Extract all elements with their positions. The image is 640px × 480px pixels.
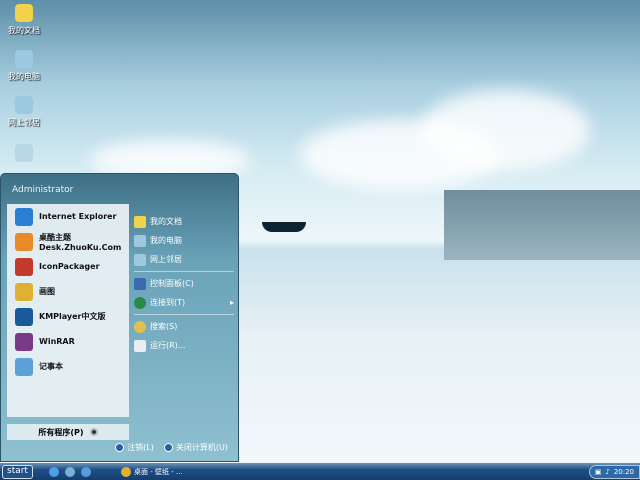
start-menu: Administrator Internet Explorer 桌酷主题 Desk… — [0, 173, 239, 462]
notepad-icon — [15, 357, 33, 376]
boat-silhouette — [262, 222, 306, 232]
desktop-icon-my-computer[interactable]: 我的电脑 — [2, 50, 46, 82]
desktop-icon-my-documents[interactable]: 我的文档 — [2, 4, 46, 36]
label: 所有程序(P) — [38, 427, 84, 437]
label: 搜索(S) — [150, 322, 178, 331]
label: 运行(R)... — [150, 341, 186, 350]
control-panel-icon — [134, 277, 146, 290]
label: 我的文档 — [150, 217, 182, 226]
taskbar: start 桌面 - 壁纸 - ... ▣ ♪ 20:20 — [0, 463, 640, 480]
ie-quicklaunch-icon[interactable] — [48, 466, 59, 477]
place-my-computer[interactable]: 我的电脑 — [134, 231, 234, 250]
all-programs-button[interactable]: 所有程序(P) — [7, 424, 129, 440]
ie-icon — [15, 207, 33, 226]
clock: 20:20 — [613, 467, 634, 476]
icon-label: 网上邻居 — [8, 118, 40, 127]
chrome-icon — [120, 466, 131, 477]
pier-scenery — [444, 190, 640, 260]
label: 我的电脑 — [150, 236, 182, 245]
globe-icon — [134, 296, 146, 309]
divider — [134, 314, 234, 315]
search-icon — [134, 320, 146, 333]
logoff-icon — [115, 443, 125, 452]
arrow-icon — [89, 428, 98, 436]
program-paint[interactable]: 画图 — [7, 279, 129, 304]
program-kmplayer[interactable]: KMPlayer中文版 — [7, 304, 129, 329]
network-tray-icon[interactable]: ▣ — [595, 468, 602, 476]
program-winrar[interactable]: WinRAR — [7, 329, 129, 354]
start-button[interactable]: start — [2, 464, 33, 479]
computer-icon — [15, 50, 33, 68]
winrar-icon — [15, 332, 33, 351]
label: 关闭计算机(U) — [175, 443, 228, 452]
label: 控制面板(C) — [150, 279, 194, 288]
label: Internet Explorer — [39, 212, 117, 221]
label: WinRAR — [39, 337, 75, 346]
system-tray: ▣ ♪ 20:20 — [588, 464, 640, 479]
volume-icon[interactable]: ♪ — [605, 468, 609, 476]
pinned-programs: Internet Explorer 桌酷主题 Desk.ZhuoKu.Com Ic… — [7, 204, 129, 417]
program-iconpackager[interactable]: IconPackager — [7, 254, 129, 279]
label: 桌酷主题 Desk.ZhuoKu.Com — [39, 232, 122, 252]
taskbar-window-button[interactable]: 桌面 - 壁纸 - ... — [120, 465, 261, 479]
label: IconPackager — [39, 262, 100, 271]
place-control-panel[interactable]: 控制面板(C) — [134, 274, 234, 293]
label: 注销(L) — [127, 443, 154, 452]
shutdown-button[interactable]: 关闭计算机(U) — [163, 442, 228, 453]
places-list: 我的文档 我的电脑 网上邻居 控制面板(C) 连接到(T) ▸ 搜索(S) 运行(… — [134, 212, 234, 355]
kmplayer-icon — [15, 307, 33, 326]
theme-icon — [15, 232, 33, 251]
folder-icon — [15, 4, 33, 22]
folder-icon — [134, 215, 146, 228]
label: 连接到(T) — [150, 298, 186, 307]
label: 记事本 — [39, 362, 63, 371]
place-network[interactable]: 网上邻居 — [134, 250, 234, 269]
user-name: Administrator — [12, 185, 74, 195]
desktop-icon-network[interactable]: 网上邻居 — [2, 96, 46, 128]
icon-label: 我的电脑 — [8, 72, 40, 81]
program-zhuoku[interactable]: 桌酷主题 Desk.ZhuoKu.Com — [7, 229, 129, 254]
network-icon — [15, 96, 33, 114]
browser-quicklaunch-icon[interactable] — [64, 466, 75, 477]
logoff-button[interactable]: 注销(L) — [115, 442, 154, 453]
icon-label: 我的文档 — [8, 26, 40, 35]
program-internet-explorer[interactable]: Internet Explorer — [7, 204, 129, 229]
paint-icon — [15, 282, 33, 301]
desktop-icon-recycle-bin[interactable] — [2, 144, 46, 165]
place-connect-to[interactable]: 连接到(T) ▸ — [134, 293, 234, 312]
label: 桌面 - 壁纸 - ... — [133, 467, 183, 476]
computer-icon — [134, 234, 146, 247]
ie-alt-quicklaunch-icon[interactable] — [80, 466, 91, 477]
network-icon — [134, 253, 146, 266]
power-icon — [163, 443, 173, 452]
recycle-bin-icon — [15, 144, 33, 162]
program-notepad[interactable]: 记事本 — [7, 354, 129, 379]
submenu-arrow-icon: ▸ — [229, 298, 234, 307]
place-search[interactable]: 搜索(S) — [134, 317, 234, 336]
divider — [134, 271, 234, 272]
label: 网上邻居 — [150, 255, 182, 264]
iconpackager-icon — [15, 257, 33, 276]
place-run[interactable]: 运行(R)... — [134, 336, 234, 355]
run-icon — [134, 339, 146, 352]
label: KMPlayer中文版 — [39, 312, 106, 321]
place-my-documents[interactable]: 我的文档 — [134, 212, 234, 231]
label: 画图 — [39, 287, 55, 296]
